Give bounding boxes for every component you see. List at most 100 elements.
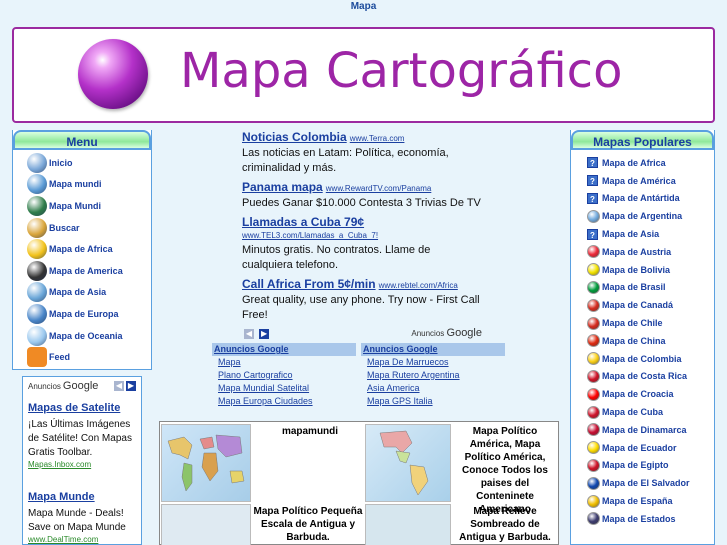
ad-title[interactable]: Llamadas a Cuba 79¢ [242,215,364,229]
menu-item-label[interactable]: Mapa Mundi [49,201,101,211]
flag-icon [587,387,600,401]
popular-item-label[interactable]: Mapa de Colombia [602,354,682,364]
popular-item-label[interactable]: Mapa de Austria [602,247,671,257]
link-unit-link[interactable]: Mapa Europa Ciudades [218,395,356,408]
prev-arrow-icon[interactable]: ◀ [114,381,124,391]
popular-item[interactable]: ? Mapa de Asia [587,225,714,243]
popular-item[interactable]: Mapa de China [587,332,714,350]
ad-title[interactable]: Mapa Munde [28,491,136,503]
popular-item[interactable]: Mapa de Bolivia [587,261,714,279]
popular-item[interactable]: ? Mapa de Antártida [587,190,714,208]
popular-item[interactable]: Mapa de Colombia [587,350,714,368]
menu-item-label[interactable]: Mapa de Africa [49,244,113,254]
menu-item[interactable]: Feed [27,346,151,368]
menu-item[interactable]: Inicio [27,152,151,174]
popular-item-label[interactable]: Mapa de Estados [602,514,676,524]
google-logo[interactable]: Google [63,380,98,392]
ad-url[interactable]: Mapas.Inbox.com [28,460,136,469]
antigua-relief-thumbnail[interactable] [365,504,451,545]
popular-item[interactable]: Mapa de Dinamarca [587,421,714,439]
ad-title[interactable]: Mapas de Satelite [28,402,136,414]
ad-title[interactable]: Panama mapa [242,180,323,194]
map-caption[interactable]: Mapa Político Pequeña Escala de Antigua … [252,505,364,544]
ad-url[interactable]: www.TEL3.com/Llamadas_a_Cuba_7! [242,231,378,240]
link-unit-heading[interactable]: Anuncios Google [361,343,505,356]
prev-arrow-icon[interactable]: ◀ [244,329,254,339]
popular-item[interactable]: Mapa de Brasil [587,279,714,297]
ad-title[interactable]: Call Africa From 5¢/min [242,277,376,291]
ad-url[interactable]: www.Terra.com [350,134,405,143]
popular-item[interactable]: Mapa de Chile [587,314,714,332]
popular-item[interactable]: Mapa de España [587,492,714,510]
menu-item-label[interactable]: Mapa de America [49,266,123,276]
popular-item-label[interactable]: Mapa de Dinamarca [602,425,687,435]
popular-item-label[interactable]: Mapa de Africa [602,158,666,168]
menu-item[interactable]: Mapa de Oceania [27,325,151,347]
ads-by-google[interactable]: Anuncios Google [411,327,482,339]
menu-item-label[interactable]: Inicio [49,158,73,168]
map-caption[interactable]: Mapa Relieve Sombreado de Antigua y Barb… [452,505,558,544]
menu-item[interactable]: Buscar [27,217,151,239]
popular-item-label[interactable]: Mapa de Costa Rica [602,371,687,381]
popular-item[interactable]: ? Mapa de América [587,172,714,190]
popular-item[interactable]: Mapa de Austria [587,243,714,261]
link-unit-link[interactable]: Mapa [218,356,356,369]
map-caption[interactable]: Mapa Político América, Mapa Político Amé… [452,425,558,516]
menu-item[interactable]: Mapa de America [27,260,151,282]
link-unit-link[interactable]: Mapa Mundial Satelital [218,382,356,395]
popular-item[interactable]: Mapa de Argentina [587,207,714,225]
popular-item-label[interactable]: Mapa de Croacia [602,389,674,399]
popular-item[interactable]: Mapa de Canadá [587,296,714,314]
link-unit-link[interactable]: Plano Cartografico [218,369,356,382]
popular-item-label[interactable]: Mapa de Ecuador [602,443,677,453]
popular-item-label[interactable]: Mapa de Bolivia [602,265,670,275]
america-map-thumbnail[interactable] [365,424,451,502]
menu-item[interactable]: Mapa mundi [27,174,151,196]
world-map-thumbnail[interactable] [161,424,251,502]
menu-item[interactable]: Mapa de Africa [27,238,151,260]
popular-item-label[interactable]: Mapa de Antártida [602,193,680,203]
popular-item-label[interactable]: Mapa de España [602,496,673,506]
menu-item[interactable]: Mapa Mundi [27,195,151,217]
popular-item-label[interactable]: Mapa de El Salvador [602,478,690,488]
popular-item[interactable]: Mapa de El Salvador [587,474,714,492]
popular-item-label[interactable]: Mapa de Cuba [602,407,663,417]
link-unit-link[interactable]: Mapa Rutero Argentina [367,369,505,382]
menu-item[interactable]: Mapa de Europa [27,303,151,325]
menu-item-label[interactable]: Mapa de Europa [49,309,119,319]
popular-item[interactable]: Mapa de Egipto [587,457,714,475]
popular-item-label[interactable]: Mapa de América [602,176,676,186]
popular-item-label[interactable]: Mapa de China [602,336,666,346]
popular-item-label[interactable]: Mapa de Argentina [602,211,682,221]
link-unit-link[interactable]: Mapa De Marruecos [367,356,505,369]
popular-item-label[interactable]: Mapa de Egipto [602,460,669,470]
menu-item-label[interactable]: Mapa de Asia [49,287,106,297]
popular-item[interactable]: Mapa de Costa Rica [587,368,714,386]
menu-item-label[interactable]: Buscar [49,223,80,233]
popular-item[interactable]: Mapa de Cuba [587,403,714,421]
link-unit-heading[interactable]: Anuncios Google [212,343,356,356]
menu-item-label[interactable]: Feed [49,352,70,362]
popular-item-label[interactable]: Mapa de Canadá [602,300,673,310]
ad-url[interactable]: www.DealTime.com [28,535,136,544]
next-arrow-icon[interactable]: ▶ [259,329,270,339]
ad-url[interactable]: www.rebtel.com/Africa [379,281,458,290]
popular-item[interactable]: Mapa de Ecuador [587,439,714,457]
popular-item-label[interactable]: Mapa de Chile [602,318,663,328]
ad-url[interactable]: www.RewardTV.com/Panama [326,184,432,193]
popular-item-label[interactable]: Mapa de Asia [602,229,659,239]
menu-item[interactable]: Mapa de Asia [27,282,151,304]
popular-item-label[interactable]: Mapa de Brasil [602,282,666,292]
link-unit-link[interactable]: Asia America [367,382,505,395]
ad-title[interactable]: Noticias Colombia [242,130,347,144]
menu-item-label[interactable]: Mapa mundi [49,179,102,189]
link-unit-link[interactable]: Mapa GPS Italia [367,395,505,408]
top-title[interactable]: Mapa [351,1,377,12]
next-arrow-icon[interactable]: ▶ [126,381,136,391]
popular-item[interactable]: ? Mapa de Africa [587,154,714,172]
popular-item[interactable]: Mapa de Estados [587,510,714,528]
antigua-map-thumbnail[interactable] [161,504,251,545]
map-caption[interactable]: mapamundi [256,425,364,438]
menu-item-label[interactable]: Mapa de Oceania [49,331,123,341]
popular-item[interactable]: Mapa de Croacia [587,385,714,403]
